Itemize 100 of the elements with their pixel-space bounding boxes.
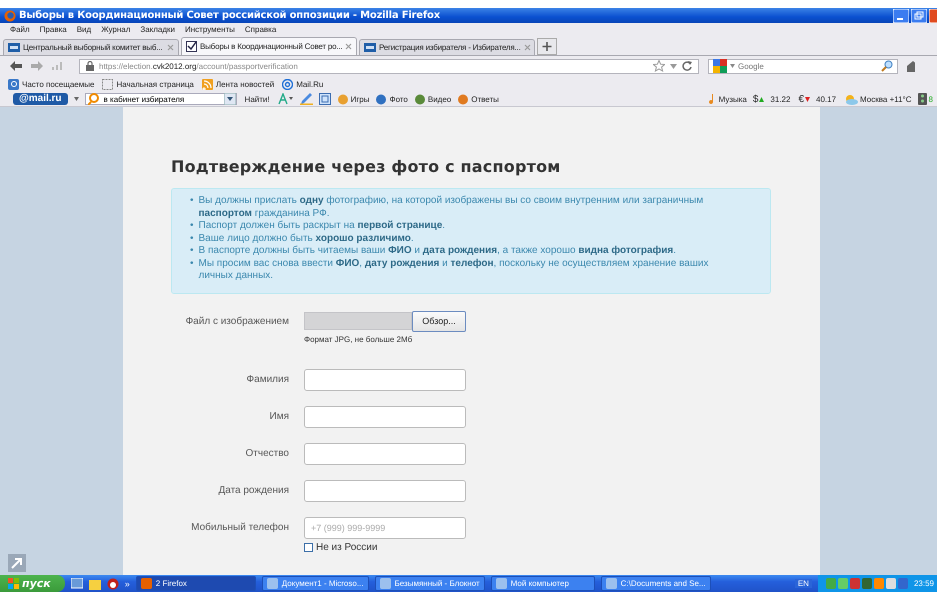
instruction-text: Ваше лицо должно быть хорошо различимо.	[198, 232, 414, 245]
home-icon[interactable]	[907, 60, 915, 72]
menu-item[interactable]: Правка	[34, 25, 72, 34]
search-engine-icon[interactable]	[713, 59, 727, 73]
toolbar-link[interactable]: Фото	[375, 94, 408, 104]
bookmark-link[interactable]: Часто посещаемые	[8, 78, 94, 90]
browser-tab[interactable]: Регистрация избирателя - Избирателя...	[359, 39, 535, 55]
checkbox[interactable]	[304, 542, 313, 552]
tray-icon[interactable]	[862, 578, 872, 589]
tray-icon[interactable]	[886, 578, 896, 589]
toolbar-link[interactable]: Видео	[414, 94, 452, 104]
bookmark-link[interactable]: Начальная страница	[102, 78, 194, 90]
desktop-icon[interactable]	[70, 578, 83, 590]
search-icon[interactable]	[881, 60, 893, 72]
taskbar-button[interactable]: Мой компьютер	[490, 576, 595, 591]
text-field[interactable]	[304, 406, 466, 428]
text-field[interactable]	[304, 368, 466, 390]
search-box[interactable]: Google	[708, 58, 898, 74]
taskbar-button[interactable]: Безымянный - Блокнот	[374, 576, 485, 591]
browser-tab[interactable]: Центральный выборный комитет выб...	[3, 39, 179, 55]
dropdown-icon[interactable]	[74, 97, 79, 101]
rss-icon	[202, 78, 213, 90]
taskbar-button[interactable]: Документ1 - Microso...	[262, 576, 368, 591]
dropdown-icon[interactable]	[730, 64, 735, 68]
tray-icon[interactable]	[850, 578, 860, 589]
minimize-icon[interactable]	[893, 8, 909, 22]
menu-item[interactable]: Журнал	[96, 25, 136, 34]
field-label: Дата рождения	[217, 484, 289, 496]
forward-icon[interactable]	[31, 61, 43, 71]
field-label: Отчество	[244, 446, 289, 458]
menu-item[interactable]: Справка	[240, 25, 282, 34]
menu-item[interactable]: Инструменты	[180, 25, 240, 34]
field-label: Файл с изображением	[184, 314, 289, 326]
more-button[interactable]: »	[124, 578, 130, 588]
text-field[interactable]	[304, 480, 466, 502]
app-icon	[380, 578, 390, 589]
page-heading: Подтверждение через фото с паспортом	[171, 157, 562, 176]
menu-item[interactable]: Файл	[5, 25, 35, 34]
folder-icon[interactable]	[88, 578, 101, 590]
tray-icon[interactable]	[898, 578, 908, 589]
windows-logo-icon	[8, 578, 19, 589]
taskbar-button[interactable]: C:\Documents and Se...	[600, 576, 711, 591]
file-path-field[interactable]	[304, 312, 412, 330]
back-icon[interactable]	[10, 61, 22, 71]
instruction-text: Паспорт должен быть раскрыт на первой странице.	[198, 220, 446, 232]
close-icon[interactable]	[167, 44, 174, 51]
mail-logo[interactable]: @mail.ru	[13, 93, 68, 105]
close-icon[interactable]	[524, 44, 531, 51]
currency-sign: €	[798, 94, 804, 104]
address-field[interactable]: https://election.cvk2012.org/account/passportverification	[79, 58, 699, 74]
instruction-text: Мы просим вас снова ввести ФИО, дату рождения и телефон, поскольку не осуществляем хранение ваших личных данных.	[198, 258, 710, 282]
field-label: Фамилия	[246, 372, 289, 384]
traffic-light-icon	[918, 93, 927, 105]
language-indicator[interactable]: EN	[794, 579, 812, 588]
window-title: Выборы в Координационный Совет российской оппозиции - Mozilla Firefox	[19, 10, 440, 21]
browse-button[interactable]: Обзор...	[412, 310, 466, 332]
flag-icon	[364, 43, 376, 52]
pencil-icon[interactable]	[300, 93, 313, 105]
search-field[interactable]: в кабинет избирателя	[84, 93, 237, 105]
round-logo-icon[interactable]	[106, 578, 119, 590]
exchange-rate: 40.17	[816, 94, 836, 104]
restore-icon[interactable]	[911, 8, 927, 22]
close-icon[interactable]	[345, 43, 352, 50]
signal-icon	[52, 62, 62, 70]
star-icon[interactable]	[653, 60, 665, 72]
weather-link[interactable]: Москва +11°C	[844, 94, 912, 104]
currency-sign: $	[752, 94, 758, 104]
text-field[interactable]	[304, 442, 466, 464]
menu-item[interactable]: Вид	[72, 25, 96, 34]
down-arrow-icon	[805, 96, 810, 102]
sun-cloud-icon	[844, 94, 858, 104]
bullet-mark: •	[190, 195, 194, 208]
phone-field[interactable]: +7 (999) 999-9999	[304, 516, 466, 538]
menu-item[interactable]: Закладки	[135, 25, 180, 34]
screenshot-icon[interactable]	[318, 93, 331, 105]
reload-icon[interactable]	[682, 61, 692, 71]
font-size-icon[interactable]	[278, 93, 294, 105]
toolbar-link[interactable]: Игры	[336, 94, 370, 104]
at-sign-icon	[282, 78, 294, 90]
new-tab-icon[interactable]	[537, 38, 557, 55]
up-arrow-icon	[759, 96, 764, 102]
bullet-mark: •	[190, 258, 194, 270]
app-icon	[266, 578, 278, 589]
checkbox-label[interactable]: Не из России	[304, 542, 466, 552]
taskbar-button[interactable]: 2 Firefox	[136, 576, 256, 591]
dropdown-icon[interactable]	[224, 93, 236, 105]
tray-icon[interactable]	[838, 578, 848, 589]
bullet-mark: •	[190, 232, 194, 245]
app-icon	[140, 578, 152, 589]
toolbar-link[interactable]: Ответы	[457, 94, 499, 104]
bookmark-link[interactable]: Mail.Ru	[282, 78, 324, 90]
field-label: Мобильный телефон	[190, 520, 289, 532]
url-text: https://election.cvk2012.org/account/passportverification	[99, 62, 298, 70]
browser-tab[interactable]: Выборы в Координационный Совет ро...	[181, 37, 357, 55]
bookmark-link[interactable]: Лента новостей	[202, 78, 274, 90]
checkbox-icon	[186, 41, 197, 52]
music-link[interactable]: Музыка	[704, 93, 747, 105]
format-hint: Формат JPG, не больше 2Мб	[304, 334, 414, 344]
field-label: Имя	[268, 410, 289, 422]
find-button[interactable]: Найти!	[242, 94, 272, 104]
